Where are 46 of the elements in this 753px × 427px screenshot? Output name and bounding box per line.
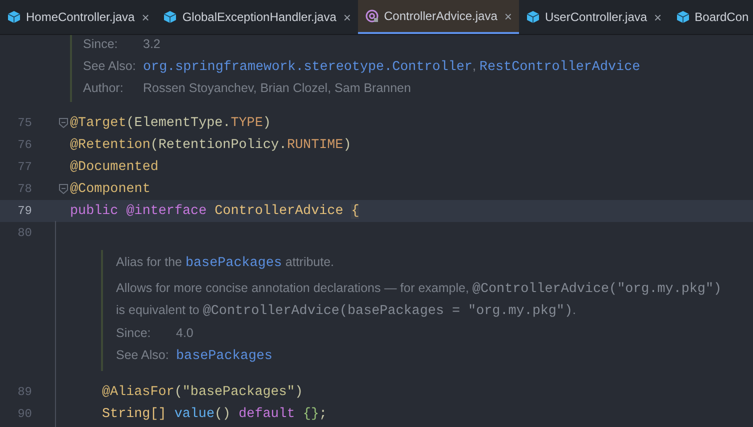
line-number: 79 [16,204,32,218]
cube-icon [676,10,690,24]
code-line: @Documented [70,160,158,174]
doc-label: See Also: [83,59,137,73]
line-number: 77 [16,160,32,174]
line-number: 89 [16,385,32,399]
doc-value: 4.0 [176,326,194,340]
doc-value: 3.2 [143,37,160,51]
code-line: public @interface ControllerAdvice { [70,204,360,218]
line-number: 80 [16,226,32,240]
editor-tab[interactable]: HomeController.java × [0,0,156,34]
editor-tab[interactable]: ControllerAdvice.java × [358,0,519,34]
close-button[interactable]: × [504,8,512,24]
doc-label: Since: [116,326,152,340]
fold-icon[interactable] [59,118,68,128]
doc-label: Author: [83,81,124,95]
doc-link[interactable]: RestControllerAdvice [479,60,640,75]
code-line: @Component [70,182,150,196]
cube-icon [7,10,21,24]
fold-icon[interactable] [59,184,68,194]
cube-icon [526,10,540,24]
close-button[interactable]: × [654,10,662,24]
editor-tab[interactable]: GlobalExceptionHandler.java × [156,0,358,34]
line-number: 76 [16,138,32,152]
line-number: 78 [16,182,32,196]
cube-icon [163,10,178,24]
close-button[interactable]: × [343,10,352,24]
doc-label: Since: [83,37,119,51]
doc-link[interactable]: basePackages [176,349,272,364]
line-number: 75 [16,116,32,130]
line-number: 90 [16,407,32,421]
editor-tab[interactable]: BoardCon [668,0,753,34]
code-line: @AliasFor("basePackages") [102,384,303,400]
doc-link[interactable]: basePackages [185,256,282,271]
doc-comment: Since: 3.2 See Also: org.springframework.stereotype.Controller, RestControllerAdvice Author: Rossen Stoyanchev, Brian Clozel, Sam Brannen [70,35,733,102]
editor-tab[interactable]: UserController.java × [519,0,669,34]
code-line: @Retention(RetentionPolicy.RUNTIME) [70,138,352,152]
at-sign-icon [365,9,380,23]
doc-paragraph: Alias for the basePackages attribute. [116,254,336,273]
doc-value: Rossen Stoyanchev, Brian Clozel, Sam Brannen [143,81,411,95]
code-line: String[] value() default {}; [102,406,328,422]
doc-label: See Also: [116,348,170,362]
code-line: @Target(ElementType.TYPE) [70,116,271,130]
close-button[interactable]: × [142,10,150,24]
doc-paragraph: Allows for more concise annotation declarations — for example, @ControllerAdvice("org.my.pkg") is equivalent to @ControllerAdvice(basePackages = "org.my.pkg"). [116,280,723,321]
doc-link[interactable]: org.springframework.stereotype.Controller [143,60,472,75]
